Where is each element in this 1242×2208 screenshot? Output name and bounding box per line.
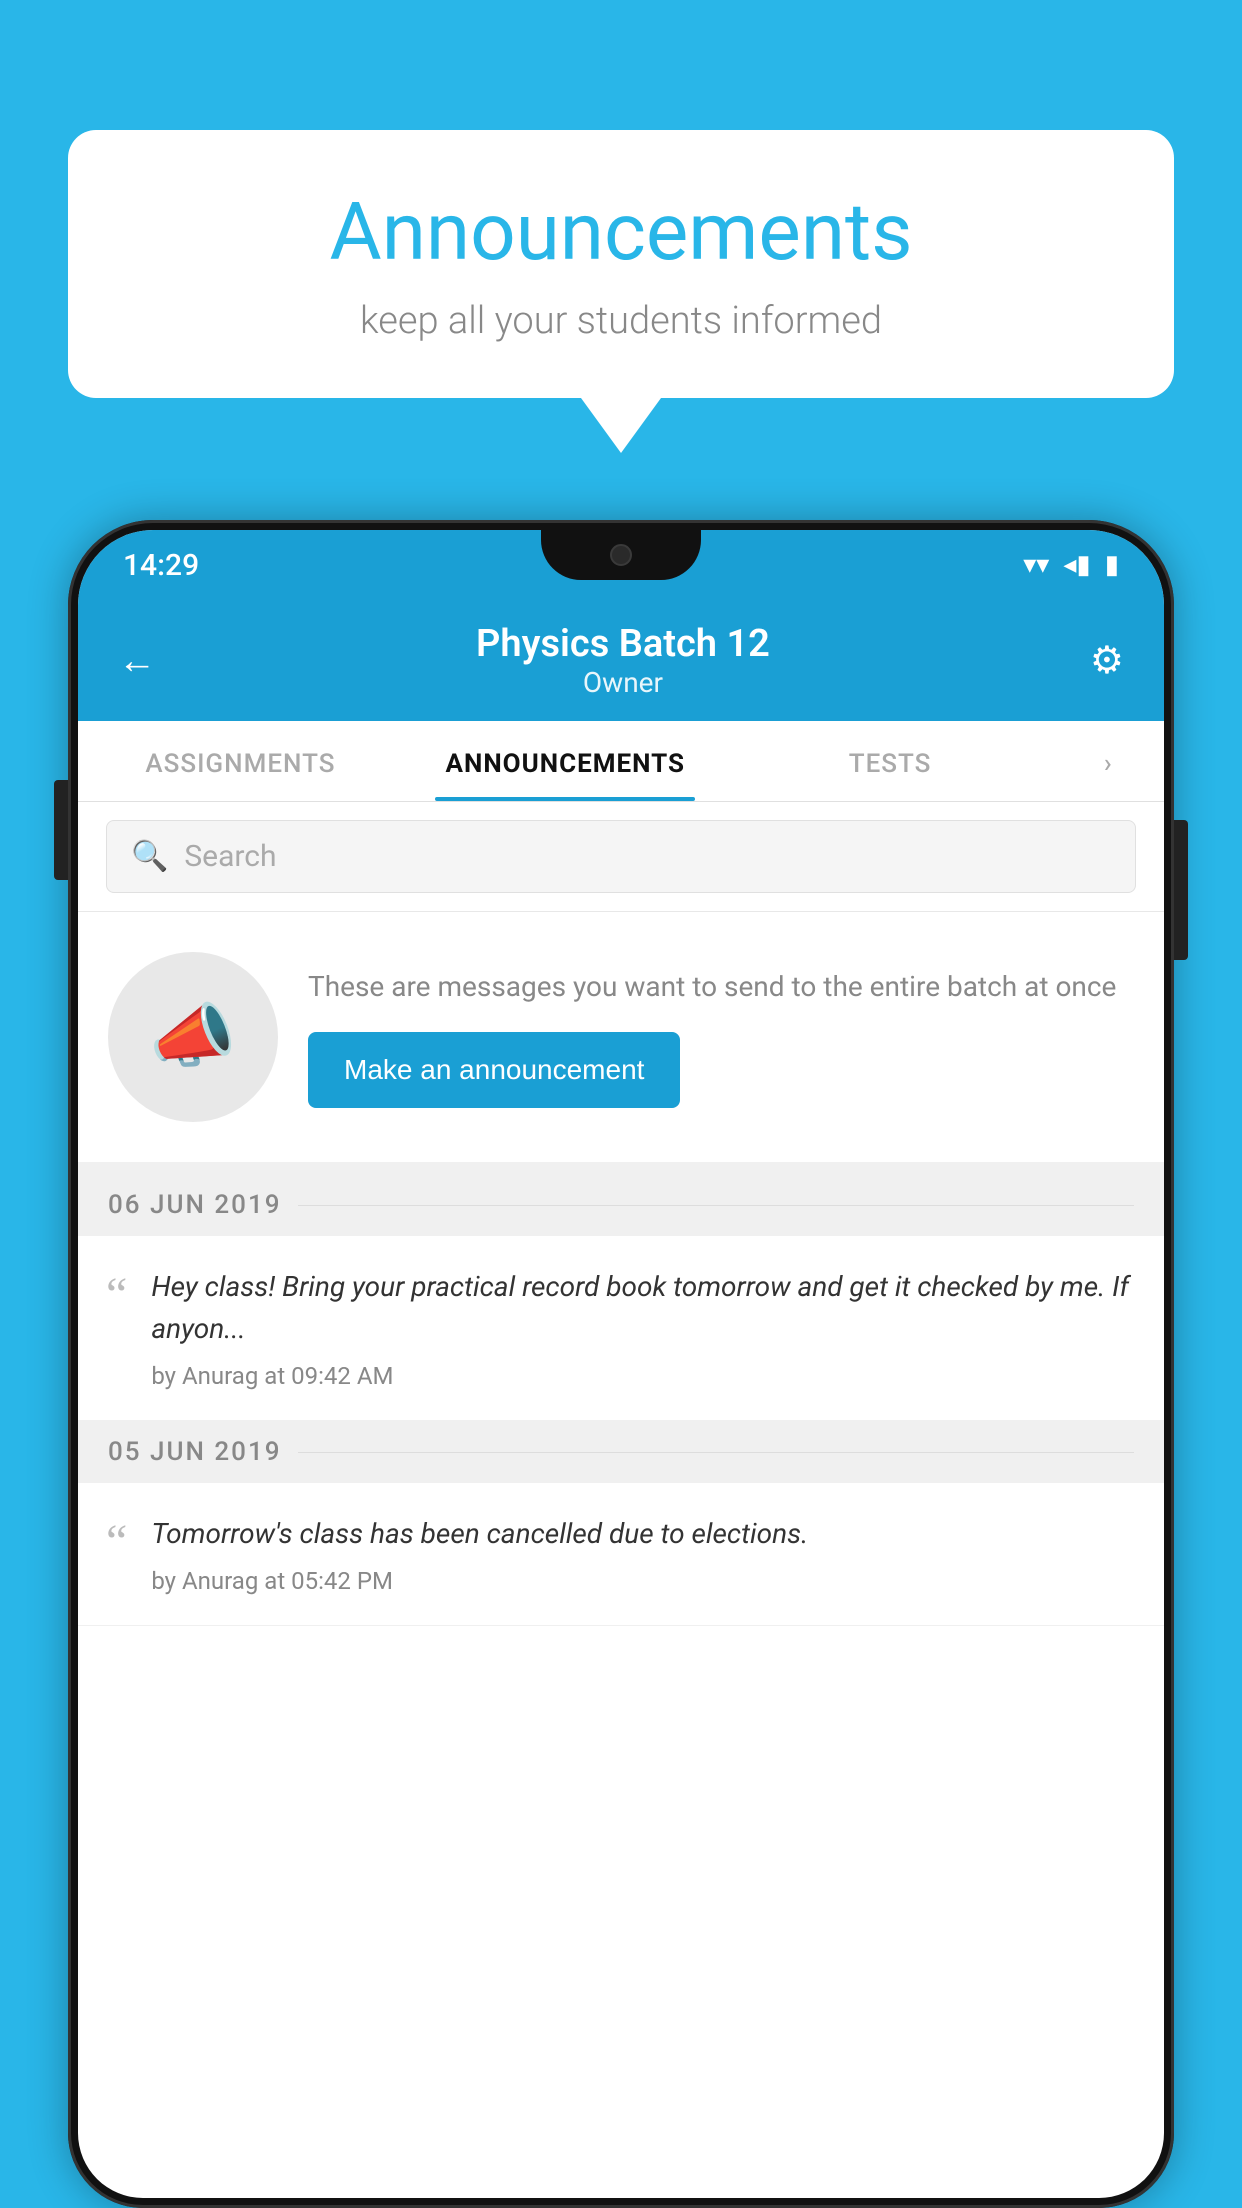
status-icons: ▾▾ ◂▮ ▮ — [1023, 550, 1119, 580]
tabs-bar: ASSIGNMENTS ANNOUNCEMENTS TESTS › — [78, 721, 1164, 802]
phone-screen: 14:29 ▾▾ ◂▮ ▮ ← Physics Batch 12 Owner ⚙ — [78, 530, 1164, 2198]
user-role: Owner — [476, 666, 770, 699]
announcement-meta-1: by Anurag at 09:42 AM — [151, 1362, 1136, 1390]
battery-icon: ▮ — [1105, 550, 1119, 580]
tab-more[interactable]: › — [1053, 721, 1164, 801]
settings-icon[interactable]: ⚙ — [1090, 638, 1124, 683]
megaphone-icon: 📣 — [149, 996, 236, 1078]
promo-description: These are messages you want to send to t… — [308, 966, 1134, 1008]
date-label-1: 06 JUN 2019 — [108, 1190, 282, 1220]
promo-icon-circle: 📣 — [108, 952, 278, 1122]
announcement-text-1: Hey class! Bring your practical record b… — [151, 1266, 1136, 1390]
header-title-group: Physics Batch 12 Owner — [476, 622, 770, 699]
announcements-subtitle: keep all your students informed — [128, 299, 1114, 343]
date-label-2: 05 JUN 2019 — [108, 1437, 282, 1467]
make-announcement-button[interactable]: Make an announcement — [308, 1032, 680, 1108]
speech-bubble-section: Announcements keep all your students inf… — [68, 130, 1174, 453]
status-time: 14:29 — [123, 548, 199, 583]
speech-bubble-arrow — [581, 398, 661, 453]
phone-outer: 14:29 ▾▾ ◂▮ ▮ ← Physics Batch 12 Owner ⚙ — [68, 520, 1174, 2208]
search-placeholder: Search — [184, 839, 276, 874]
batch-name: Physics Batch 12 — [476, 622, 770, 666]
quote-icon-1: “ — [106, 1271, 127, 1319]
announcement-item-2[interactable]: “ Tomorrow's class has been cancelled du… — [78, 1483, 1164, 1626]
announcement-text-2: Tomorrow's class has been cancelled due … — [151, 1513, 808, 1595]
signal-icon: ◂▮ — [1063, 550, 1090, 580]
app-header: ← Physics Batch 12 Owner ⚙ — [78, 600, 1164, 721]
search-bar[interactable]: 🔍 Search — [106, 820, 1136, 893]
tab-assignments[interactable]: ASSIGNMENTS — [78, 721, 403, 801]
tab-announcements[interactable]: ANNOUNCEMENTS — [403, 721, 728, 801]
promo-text-area: These are messages you want to send to t… — [308, 966, 1134, 1108]
date-divider-1: 06 JUN 2019 — [78, 1174, 1164, 1236]
wifi-icon: ▾▾ — [1023, 550, 1049, 580]
front-camera — [610, 544, 632, 566]
back-button[interactable]: ← — [118, 639, 156, 683]
announcements-title: Announcements — [128, 185, 1114, 279]
announcement-item-1[interactable]: “ Hey class! Bring your practical record… — [78, 1236, 1164, 1421]
phone-mockup: 14:29 ▾▾ ◂▮ ▮ ← Physics Batch 12 Owner ⚙ — [68, 520, 1174, 2208]
phone-notch — [541, 530, 701, 580]
announcement-message-2: Tomorrow's class has been cancelled due … — [151, 1513, 808, 1555]
speech-bubble-card: Announcements keep all your students inf… — [68, 130, 1174, 398]
announcement-message-1: Hey class! Bring your practical record b… — [151, 1266, 1136, 1350]
date-divider-2: 05 JUN 2019 — [78, 1421, 1164, 1483]
tab-tests[interactable]: TESTS — [728, 721, 1053, 801]
search-icon: 🔍 — [131, 839, 168, 874]
date-line-1 — [298, 1205, 1135, 1206]
date-line-2 — [298, 1452, 1135, 1453]
announcement-promo: 📣 These are messages you want to send to… — [78, 912, 1164, 1174]
status-bar: 14:29 ▾▾ ◂▮ ▮ — [78, 530, 1164, 600]
announcement-meta-2: by Anurag at 05:42 PM — [151, 1567, 808, 1595]
search-container: 🔍 Search — [78, 802, 1164, 912]
quote-icon-2: “ — [106, 1518, 127, 1566]
